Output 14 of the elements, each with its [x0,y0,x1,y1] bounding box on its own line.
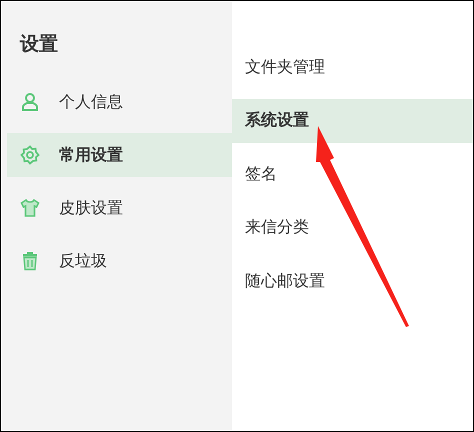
menu-item[interactable]: 来信分类 [232,206,473,250]
sidebar-item[interactable]: 反垃圾 [7,239,232,283]
gear-icon [20,145,40,165]
menu-item[interactable]: 签名 [232,152,473,196]
menu-item[interactable]: 随心邮设置 [232,259,473,303]
user-icon [20,92,40,112]
sidebar-item[interactable]: 常用设置 [7,133,232,177]
sidebar-item[interactable]: 个人信息 [7,80,232,124]
menu-item[interactable]: 系统设置 [232,98,473,142]
shirt-icon [20,198,40,218]
trash-icon [20,251,40,271]
sidebar-item[interactable]: 皮肤设置 [7,186,232,230]
menu-item[interactable]: 文件夹管理 [232,45,473,89]
sidebar-title: 设置 [18,32,59,57]
